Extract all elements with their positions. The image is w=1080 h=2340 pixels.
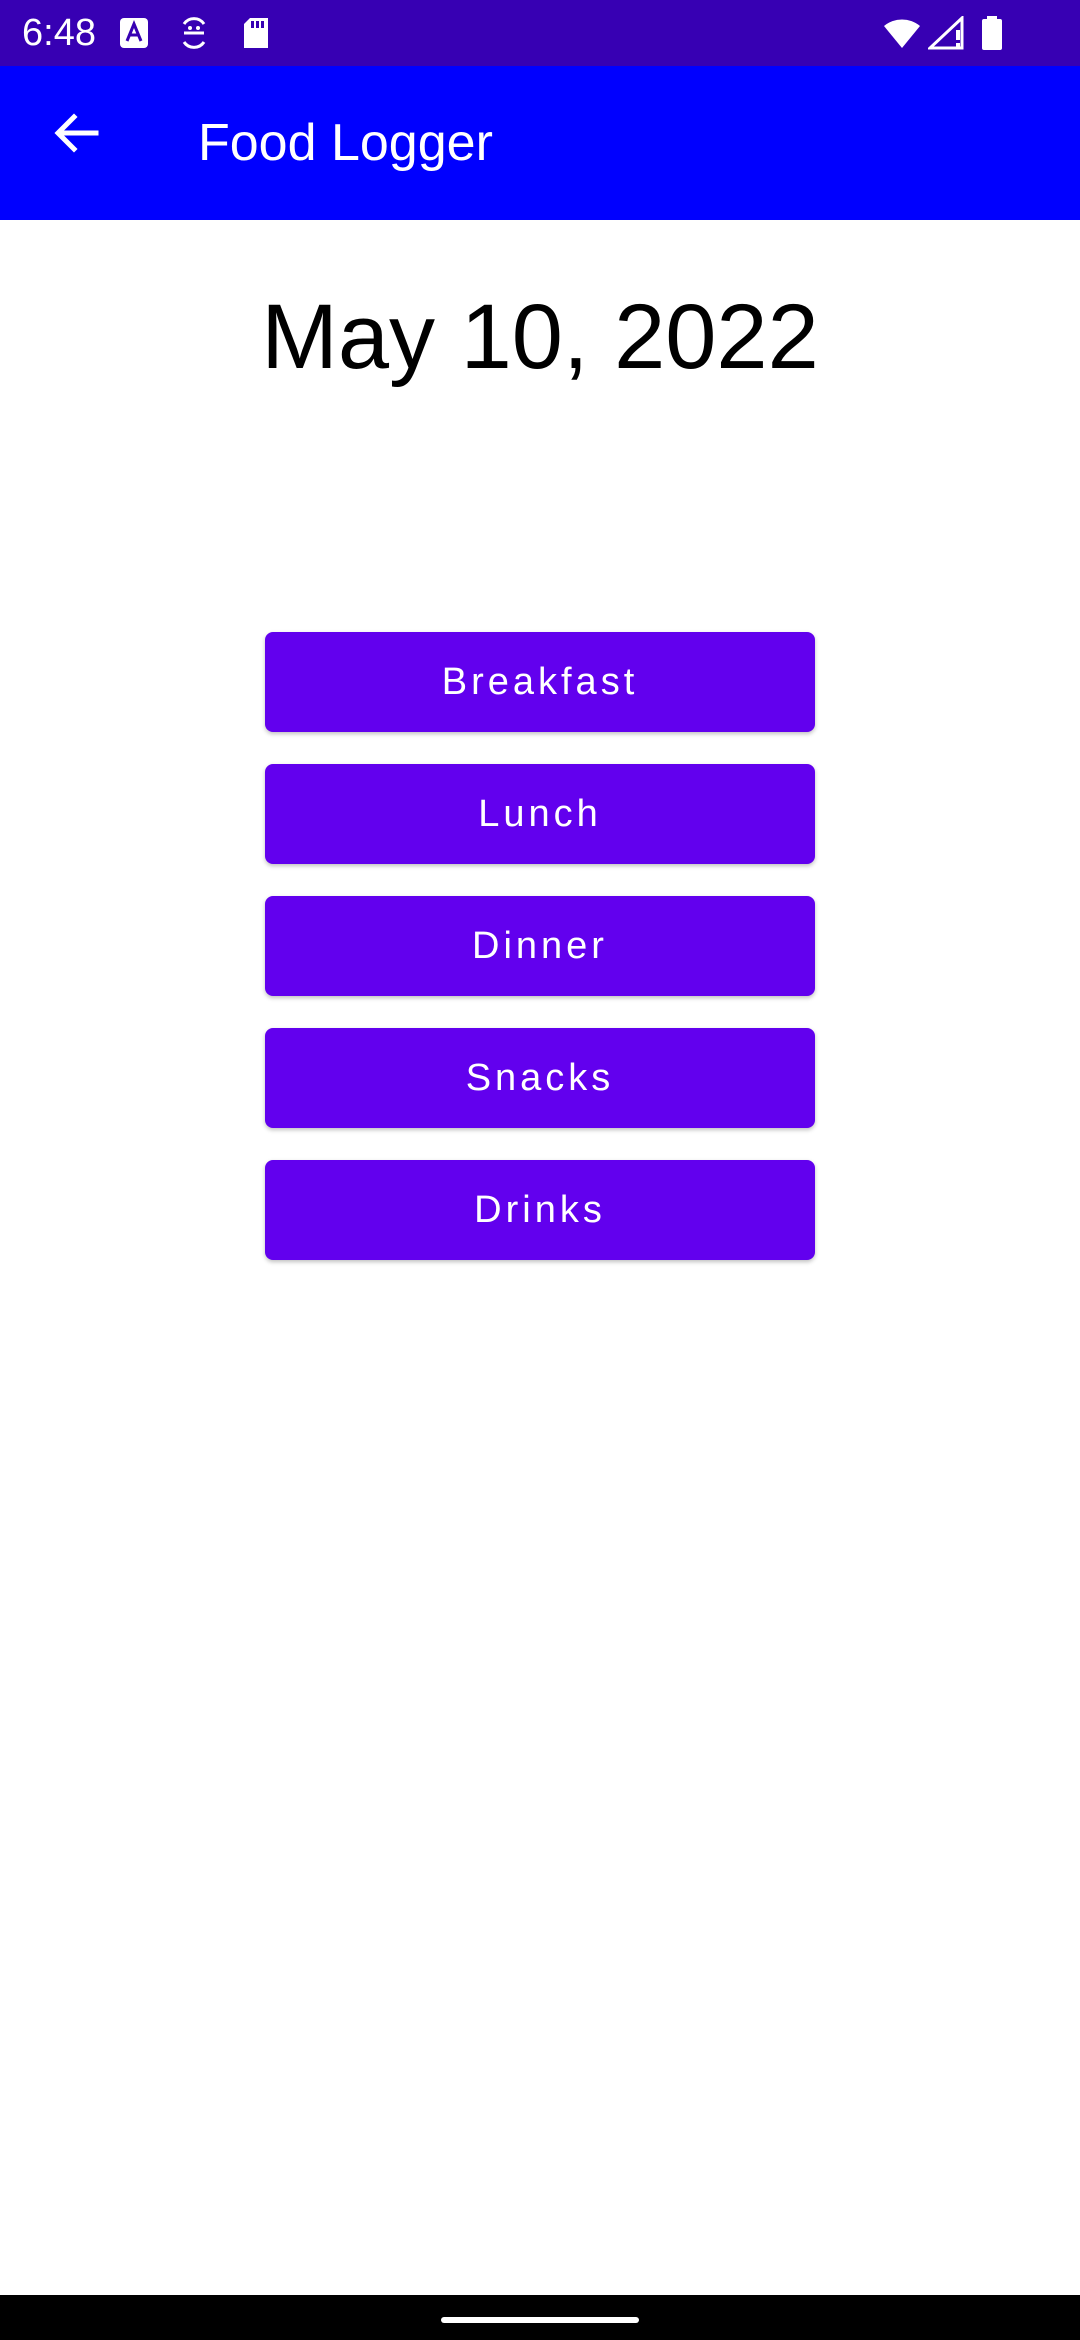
breakfast-button[interactable]: Breakfast — [265, 632, 815, 732]
snacks-button[interactable]: Snacks — [265, 1028, 815, 1128]
date-heading: May 10, 2022 — [261, 286, 819, 388]
app-bar: Food Logger — [0, 66, 1080, 220]
font-a-icon — [118, 16, 150, 50]
lunch-button[interactable]: Lunch — [265, 764, 815, 864]
battery-icon — [980, 16, 1004, 50]
dinner-button[interactable]: Dinner — [265, 896, 815, 996]
arrow-back-icon — [52, 109, 100, 162]
wifi-icon — [882, 16, 922, 50]
sync-smile-icon — [178, 16, 210, 50]
drinks-button[interactable]: Drinks — [265, 1160, 815, 1260]
sd-card-icon — [240, 16, 272, 50]
home-gesture-handle[interactable] — [441, 2317, 639, 2323]
signal-icon — [926, 14, 964, 50]
back-button[interactable] — [36, 95, 116, 175]
status-bar: 6:48 — [0, 0, 1080, 66]
status-time: 6:48 — [22, 12, 96, 54]
app-title: Food Logger — [198, 114, 493, 172]
